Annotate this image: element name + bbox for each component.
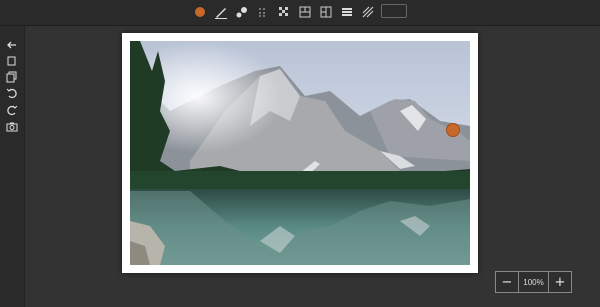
landscape-photo[interactable] — [130, 41, 470, 265]
color-dot-icon[interactable] — [192, 4, 208, 20]
grid-split-icon[interactable] — [318, 4, 334, 20]
camera-icon[interactable] — [4, 119, 20, 135]
diagonal-lines-icon[interactable] — [360, 4, 376, 20]
copy-icon[interactable] — [4, 53, 20, 69]
zoom-control: − 100% + — [495, 271, 572, 293]
grid-hline-icon[interactable] — [297, 4, 313, 20]
duplicate-icon[interactable] — [4, 69, 20, 85]
grid-dots-icon[interactable] — [255, 4, 271, 20]
top-toolbar — [0, 0, 600, 26]
left-sidebar — [0, 26, 25, 307]
color-marker[interactable] — [446, 123, 460, 137]
pen-icon[interactable] — [213, 4, 229, 20]
brush-size-input[interactable] — [381, 4, 407, 18]
arrow-left-icon[interactable] — [4, 37, 20, 53]
zoom-out-button[interactable]: − — [496, 272, 518, 292]
zoom-in-button[interactable]: + — [549, 272, 571, 292]
undo-icon[interactable] — [4, 85, 20, 101]
zoom-level: 100% — [518, 272, 549, 292]
grid-fill-icon[interactable] — [339, 4, 355, 20]
redo-icon[interactable] — [4, 102, 20, 118]
photo-frame — [122, 33, 478, 273]
checker-icon[interactable] — [276, 4, 292, 20]
eraser-icon[interactable] — [234, 4, 250, 20]
